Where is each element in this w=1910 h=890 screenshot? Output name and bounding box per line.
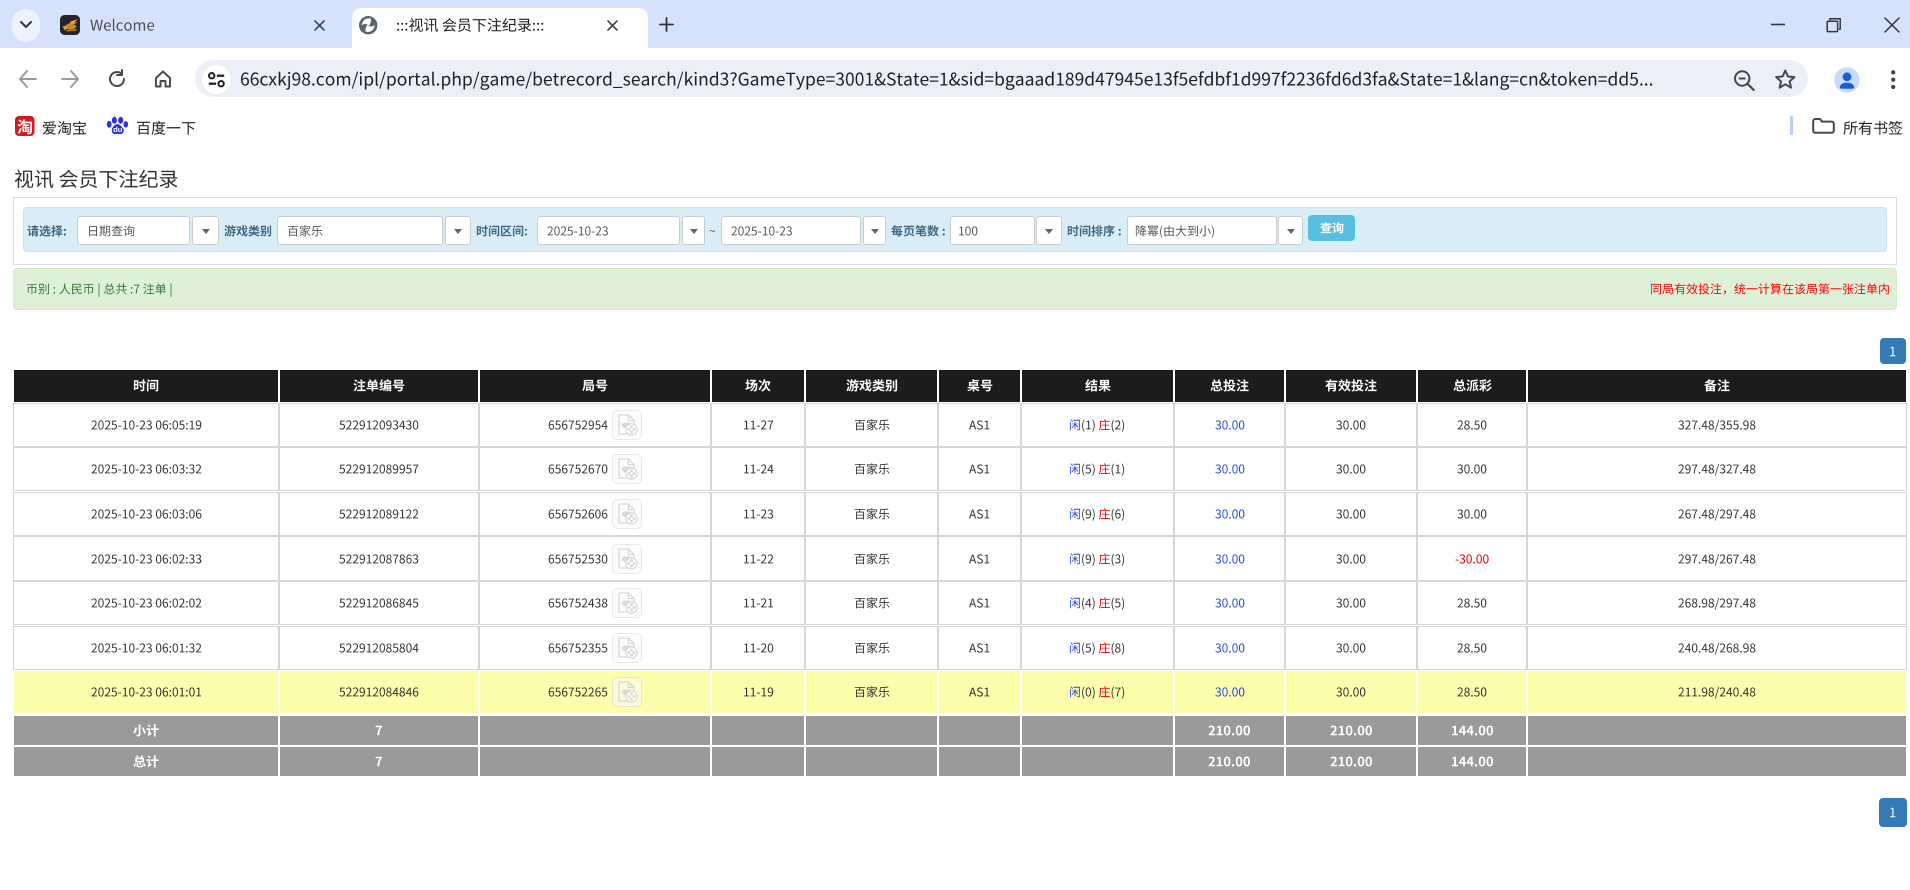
svg-text:du: du bbox=[113, 125, 123, 134]
